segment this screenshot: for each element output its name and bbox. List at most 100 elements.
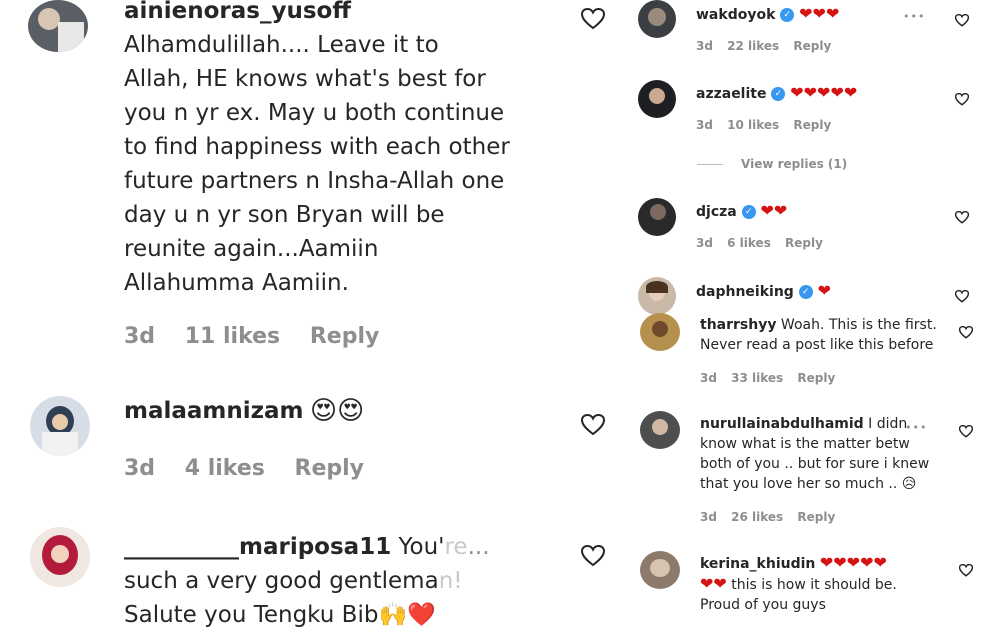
comment-likes[interactable]: 22 likes [727,39,779,53]
heart-emoji: ❤❤ [760,201,788,220]
heart-emoji: ❤❤❤ [799,4,840,23]
comment-age: 3d [124,324,156,349]
comment-username[interactable]: djcza [696,204,737,220]
like-heart-icon[interactable] [954,209,970,228]
avatar[interactable] [638,198,676,236]
comment-likes[interactable]: 10 likes [727,118,779,132]
comment-line: you n yr ex. May u both continue [124,100,505,126]
emoji: 😥 [901,476,917,492]
comment-meta: 3d 33 likes Reply [700,371,835,385]
reply-button[interactable]: Reply [797,371,835,385]
avatar[interactable] [30,396,90,456]
comment-likes[interactable]: 4 likes [185,456,265,481]
comment-likes[interactable]: 26 likes [731,510,783,524]
emoji: 😍😍 [310,396,365,426]
emoji: 🙌❤️ [378,602,436,628]
comment-meta: 3d 4 likes Reply [124,456,364,481]
comment-age: 3d [696,39,713,53]
comment-username[interactable]: malaamnizam [124,398,304,424]
comment-meta: 3d 22 likes Reply [696,39,831,53]
comment-username[interactable]: wakdoyok [696,7,775,23]
avatar[interactable] [638,277,676,315]
more-options-icon[interactable]: ••• [905,421,927,434]
comment-meta: 3d 11 likes Reply [124,324,379,349]
verified-badge-icon: ✓ [771,87,786,101]
comment-line: this is how it should be. [731,577,897,593]
comment-age: 3d [696,118,713,132]
comment-line: I didn [868,416,908,432]
comment-age: 3d [124,456,156,481]
like-heart-icon[interactable] [954,91,970,110]
comment-line: day u n yr son Bryan will be [124,202,445,228]
comment-line-faded: n! [438,568,463,594]
comment-row: daphneiking ✓ ❤ [696,281,831,300]
comment-age: 3d [696,236,713,250]
comment-line: future partners n Insha-Allah one [124,168,505,194]
reply-button[interactable]: Reply [793,118,831,132]
avatar[interactable] [640,411,680,449]
comment-line: Alhamdulillah.... Leave it to [124,32,439,58]
heart-emoji: ❤❤❤❤❤ [819,553,887,572]
comment-likes[interactable]: 6 likes [727,236,771,250]
comment-age: 3d [700,371,717,385]
comment-line: Allah, HE knows what's best for [124,66,486,92]
avatar[interactable] [638,80,676,118]
avatar[interactable] [28,0,88,52]
comment-line: Allahumma Aamiin. [124,270,349,296]
comment-username[interactable]: daphneiking [696,284,794,300]
comment-line: Never read a post like this before [700,337,934,353]
comment-username[interactable]: kerina_khiudin [700,556,815,572]
comment-username[interactable]: nurullainabdulhamid [700,416,864,432]
avatar[interactable] [30,527,90,587]
more-text-button[interactable]: ... [468,534,490,560]
comment-meta: 3d 10 likes Reply [696,118,831,132]
avatar[interactable] [640,313,680,351]
comment-line-faded: re [444,534,468,560]
comment-likes[interactable]: 33 likes [731,371,783,385]
like-heart-icon[interactable] [954,288,970,307]
like-heart-icon[interactable] [580,7,606,34]
comment-line: know what is the matter betw [700,436,910,452]
comment-text: tharrshyy Woah. This is the first. Never… [700,315,950,355]
comment-line: such a very good gentlema [124,568,439,594]
view-replies-divider [697,164,723,165]
comment-username[interactable]: ainienoras_yusoff [124,0,351,24]
comment-line: You' [398,534,445,560]
comment-username[interactable]: __________mariposa11 [124,534,391,560]
comment-row: azzaelite ✓ ❤❤❤❤❤ [696,83,857,102]
reply-button[interactable]: Reply [793,39,831,53]
comment-text: Alhamdulillah.... Leave it to Allah, HE … [124,28,564,300]
heart-emoji: ❤ [817,281,831,300]
avatar[interactable] [638,0,676,38]
like-heart-icon[interactable] [958,324,974,343]
reply-button[interactable]: Reply [295,456,365,481]
comment-username[interactable]: tharrshyy [700,317,776,333]
comment-meta: 3d 6 likes Reply [696,236,823,250]
comment-text: kerina_khiudin ❤❤❤❤❤ ❤❤ this is how it s… [700,553,950,615]
like-heart-icon[interactable] [958,562,974,581]
comment-line: Salute you Tengku Bib [124,602,379,628]
comment-likes[interactable]: 11 likes [185,324,280,349]
avatar[interactable] [640,551,680,589]
reply-button[interactable]: Reply [785,236,823,250]
heart-emoji: ❤❤❤❤❤ [790,83,858,102]
comment-line: Proud of you guys [700,597,826,613]
more-options-icon[interactable]: ••• [903,10,925,23]
like-heart-icon[interactable] [580,413,606,440]
view-replies-button[interactable]: View replies (1) [741,157,847,171]
like-heart-icon[interactable] [954,12,970,31]
comment-line: both of you .. but for sure i knew [700,456,930,472]
reply-button[interactable]: Reply [310,324,380,349]
like-heart-icon[interactable] [580,544,606,571]
comment-age: 3d [700,510,717,524]
comment-line: that you love her so much .. [700,476,898,492]
verified-badge-icon: ✓ [798,285,813,299]
reply-button[interactable]: Reply [797,510,835,524]
comment-text: __________mariposa11 You're... such a ve… [124,530,574,632]
comment-row: wakdoyok ✓ ❤❤❤ [696,4,839,23]
comment-username[interactable]: azzaelite [696,86,766,102]
comment-row: djcza ✓ ❤❤ [696,201,787,220]
like-heart-icon[interactable] [958,423,974,442]
comment-line: Woah. This is the first. [780,317,937,333]
verified-badge-icon: ✓ [741,205,756,219]
